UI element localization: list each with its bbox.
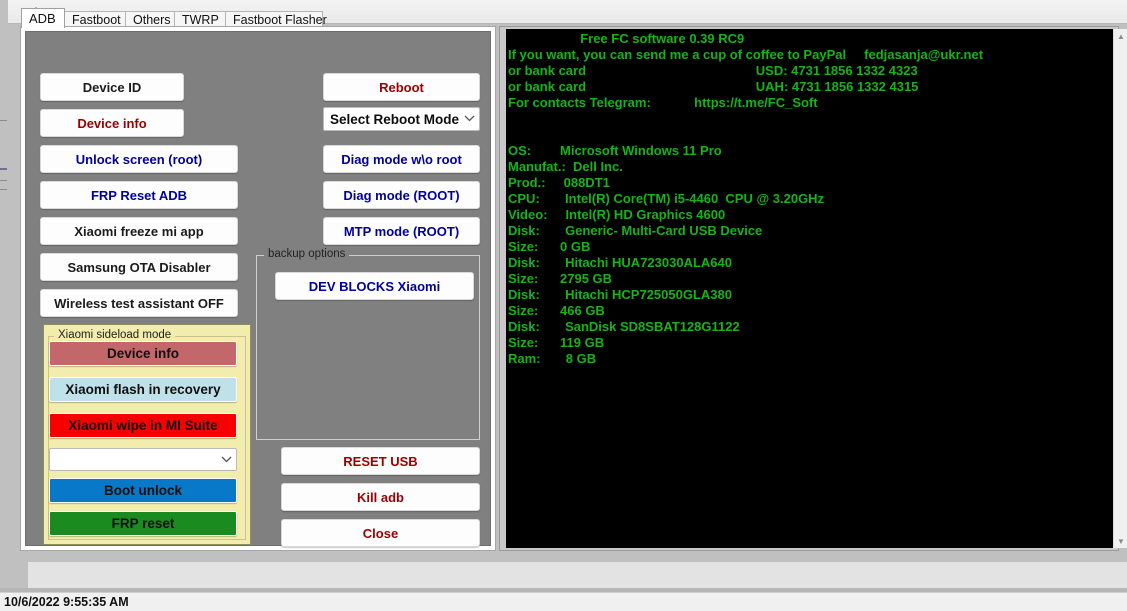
console-line: Manufat.: Dell Inc. bbox=[508, 159, 983, 175]
button-close[interactable]: Close bbox=[281, 519, 480, 547]
button-label: Device info bbox=[77, 116, 146, 131]
button-label: Device ID bbox=[83, 80, 142, 95]
sideload-button-xiaomi-wipe-in-mi-suite[interactable]: Xiaomi wipe in MI Suite bbox=[49, 413, 237, 438]
console-line: Size: 2795 GB bbox=[508, 271, 983, 287]
console-line: If you want, you can send me a cup of co… bbox=[508, 47, 983, 63]
button-label: MTP mode (ROOT) bbox=[344, 224, 459, 239]
button-label: Device info bbox=[107, 346, 179, 361]
console-line: Disk: SanDisk SD8SBAT128G1122 bbox=[508, 319, 983, 335]
background-artifact bbox=[0, 189, 7, 190]
dev-blocks-xiaomi-button[interactable]: DEV BLOCKS Xiaomi bbox=[275, 272, 474, 300]
sideload-button-device-info[interactable]: Device info bbox=[49, 341, 237, 366]
tab-label: TWRP bbox=[182, 13, 219, 27]
button-xiaomi-freeze-mi-app[interactable]: Xiaomi freeze mi app bbox=[40, 217, 238, 245]
background-artifact bbox=[0, 168, 7, 170]
console-text: Free FC software 0.39 RC9If you want, yo… bbox=[506, 29, 983, 367]
console-line: Size: 466 GB bbox=[508, 303, 983, 319]
tab-adb[interactable]: ADB bbox=[21, 8, 65, 28]
console-line bbox=[508, 127, 983, 143]
scroll-up-icon[interactable]: ▲ bbox=[1114, 29, 1127, 43]
console-output: Free FC software 0.39 RC9If you want, yo… bbox=[506, 29, 1113, 548]
reboot-mode-combo-value: Select Reboot Mode bbox=[324, 112, 459, 127]
chevron-down-icon bbox=[216, 454, 236, 466]
button-label: Diag mode (ROOT) bbox=[343, 188, 459, 203]
tab-strip: ADB Fastboot Others TWRP Fastboot Flasher bbox=[21, 8, 495, 27]
chevron-down-icon bbox=[459, 113, 479, 125]
button-mtp-mode-root[interactable]: MTP mode (ROOT) bbox=[323, 217, 480, 245]
button-device-id[interactable]: Device ID bbox=[40, 73, 184, 101]
tab-label: Others bbox=[133, 13, 171, 27]
sideload-button-frp-reset[interactable]: FRP reset bbox=[49, 511, 237, 536]
tab-label: Fastboot Flasher bbox=[233, 13, 327, 27]
backup-options-group-title: backup options bbox=[264, 248, 349, 261]
console-line: Disk: Generic- Multi-Card USB Device bbox=[508, 223, 983, 239]
console-line: Video: Intel(R) HD Graphics 4600 bbox=[508, 207, 983, 223]
button-label: Xiaomi flash in recovery bbox=[65, 382, 220, 397]
console-line: Size: 119 GB bbox=[508, 335, 983, 351]
button-label: FRP Reset ADB bbox=[91, 188, 187, 203]
button-reset-usb[interactable]: RESET USB bbox=[281, 447, 480, 475]
button-samsung-ota-disabler[interactable]: Samsung OTA Disabler bbox=[40, 253, 238, 281]
button-label: Close bbox=[363, 526, 398, 541]
button-label: Unlock screen (root) bbox=[76, 152, 202, 167]
console-line: Free FC software 0.39 RC9 bbox=[508, 31, 983, 47]
button-label: Xiaomi wipe in MI Suite bbox=[68, 418, 217, 433]
console-line: For contacts Telegram: https://t.me/FC_S… bbox=[508, 95, 983, 111]
sideload-combo[interactable] bbox=[49, 448, 237, 471]
console-line: or bank card UAH: 4731 1856 1332 4315 bbox=[508, 79, 983, 95]
console-line: Size: 0 GB bbox=[508, 239, 983, 255]
button-device-info[interactable]: Device info bbox=[40, 109, 184, 137]
background-artifact bbox=[0, 180, 7, 181]
button-label: Diag mode w\o root bbox=[341, 152, 462, 167]
console-line: Ram: 8 GB bbox=[508, 351, 983, 367]
group-frame bbox=[48, 336, 246, 540]
app-window: About ADBFastbootOthersTWRPFastboot Flas… bbox=[0, 0, 1127, 611]
console-line: or bank card USD: 4731 1856 1332 4323 bbox=[508, 63, 983, 79]
console-line: Disk: Hitachi HCP725050GLA380 bbox=[508, 287, 983, 303]
button-kill-adb[interactable]: Kill adb bbox=[281, 483, 480, 511]
button-label: Boot unlock bbox=[104, 483, 182, 498]
console-line: CPU: Intel(R) Core(TM) i5-4460 CPU @ 3.2… bbox=[508, 191, 983, 207]
tab-twrp[interactable]: TWRP bbox=[174, 11, 226, 27]
reboot-button[interactable]: Reboot bbox=[323, 73, 480, 101]
tab-label: Fastboot bbox=[72, 13, 121, 27]
sideload-button-boot-unlock[interactable]: Boot unlock bbox=[49, 478, 237, 503]
button-label: Samsung OTA Disabler bbox=[67, 260, 210, 275]
console-vertical-scrollbar[interactable]: ▲ ▼ bbox=[1113, 29, 1127, 548]
background-artifact bbox=[0, 120, 7, 121]
clock-label: 10/6/2022 9:55:35 AM bbox=[4, 594, 129, 611]
button-wireless-test-assistant-off[interactable]: Wireless test assistant OFF bbox=[40, 289, 238, 317]
sideload-button-xiaomi-flash-in-recovery[interactable]: Xiaomi flash in recovery bbox=[49, 377, 237, 402]
tab-others[interactable]: Others bbox=[125, 11, 175, 27]
tab-fastboot[interactable]: Fastboot bbox=[64, 11, 126, 27]
button-label: Kill adb bbox=[357, 490, 404, 505]
reboot-mode-combo[interactable]: Select Reboot Mode bbox=[323, 107, 480, 131]
button-unlock-screen-root[interactable]: Unlock screen (root) bbox=[40, 145, 238, 173]
tab-label: ADB bbox=[29, 11, 56, 26]
button-frp-reset-adb[interactable]: FRP Reset ADB bbox=[40, 181, 238, 209]
console-line: OS: Microsoft Windows 11 Pro bbox=[508, 143, 983, 159]
status-bar: 10/6/2022 9:55:35 AM bbox=[0, 592, 1127, 611]
scroll-down-icon[interactable]: ▼ bbox=[1114, 534, 1127, 548]
button-label: Wireless test assistant OFF bbox=[54, 296, 224, 311]
console-line: Prod.: 088DT1 bbox=[508, 175, 983, 191]
bottom-panel bbox=[28, 562, 1127, 588]
button-label: RESET USB bbox=[343, 454, 417, 469]
button-label: FRP reset bbox=[112, 516, 175, 531]
button-label: Xiaomi freeze mi app bbox=[74, 224, 203, 239]
console-line: Disk: Hitachi HUA723030ALA640 bbox=[508, 255, 983, 271]
console-line bbox=[508, 111, 983, 127]
button-diag-mode-w-o-root[interactable]: Diag mode w\o root bbox=[323, 145, 480, 173]
tab-fastboot-flasher[interactable]: Fastboot Flasher bbox=[225, 11, 323, 27]
button-diag-mode-root[interactable]: Diag mode (ROOT) bbox=[323, 181, 480, 209]
